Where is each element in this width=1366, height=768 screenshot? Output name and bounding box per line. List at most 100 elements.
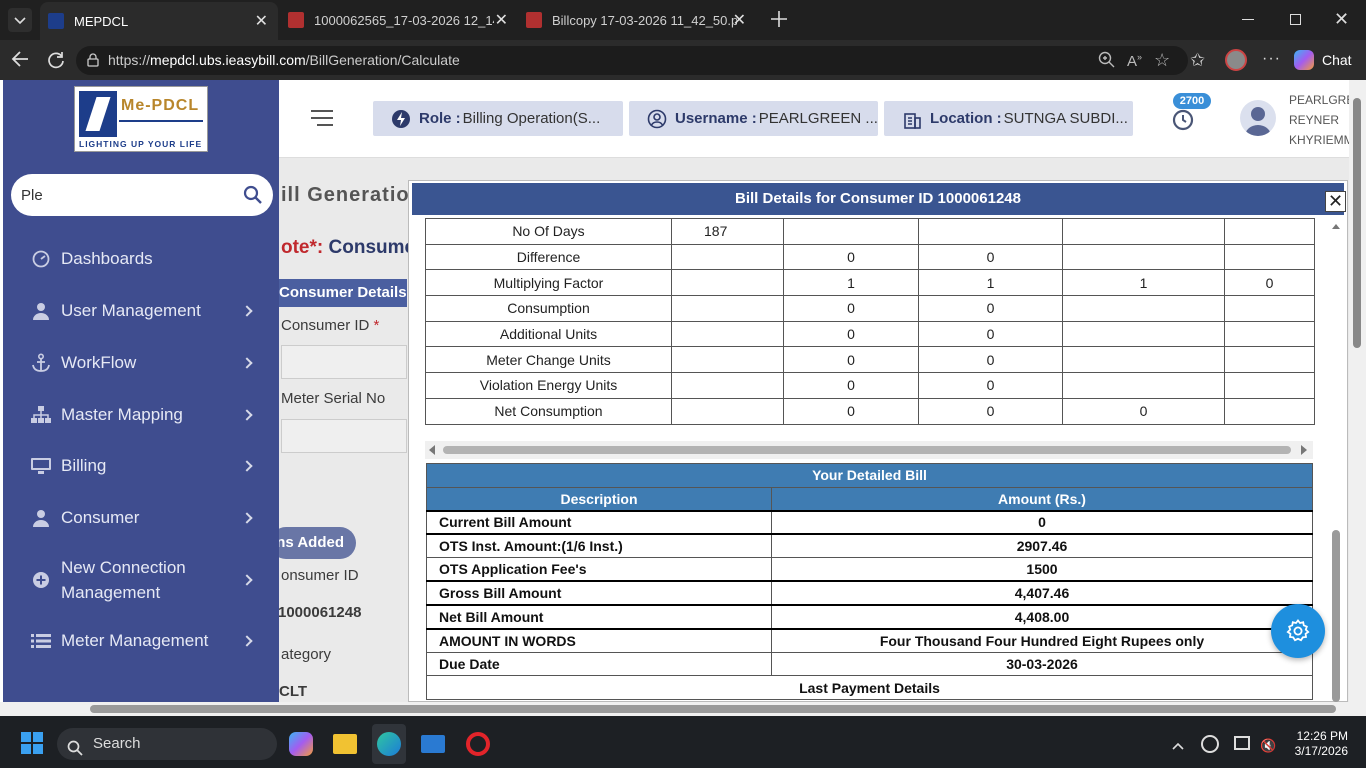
tab-pdf-1[interactable]: 1000062565_17-03-2026 12_14_09 ✕ bbox=[280, 0, 518, 40]
user-avatar[interactable] bbox=[1240, 100, 1276, 136]
reading-row: Consumption 0 0 bbox=[425, 295, 1315, 322]
volume-mute-icon[interactable]: 🔇 bbox=[1260, 738, 1276, 754]
reading-cell bbox=[1062, 243, 1225, 271]
close-icon[interactable]: ✕ bbox=[1325, 191, 1346, 212]
sidebar-item-user-management[interactable]: User Management bbox=[3, 298, 279, 324]
read-aloud-icon[interactable]: A» bbox=[1127, 52, 1142, 70]
bill-amount: Four Thousand Four Hundred Eight Rupees … bbox=[771, 628, 1313, 653]
bill-description: OTS Inst. Amount:(1/6 Inst.) bbox=[426, 533, 772, 559]
favorite-star-icon[interactable]: ☆ bbox=[1154, 50, 1170, 71]
required-mark: * bbox=[373, 317, 380, 334]
refresh-icon[interactable] bbox=[46, 50, 66, 75]
settings-fab[interactable] bbox=[1271, 604, 1325, 658]
show-hidden-icons[interactable] bbox=[1171, 738, 1185, 756]
close-tab-icon[interactable]: ✕ bbox=[733, 10, 746, 30]
reading-cell: 0 bbox=[918, 397, 1063, 425]
reading-cell bbox=[1062, 346, 1225, 374]
reading-cell bbox=[1224, 372, 1315, 399]
chevron-right-icon bbox=[241, 512, 253, 524]
file-explorer-icon[interactable] bbox=[333, 734, 357, 754]
profile-avatar[interactable] bbox=[1225, 49, 1247, 71]
edge-browser-icon[interactable] bbox=[372, 724, 406, 764]
sidebar-item-workflow[interactable]: WorkFlow bbox=[3, 350, 279, 376]
consumer-id-label: Consumer ID * bbox=[281, 317, 379, 334]
role-key: Role : bbox=[419, 110, 461, 127]
plus-circle-icon bbox=[31, 570, 51, 590]
sidebar-item-new-connection-management[interactable]: New Connection Management bbox=[3, 555, 279, 605]
scrollbar-thumb[interactable] bbox=[90, 705, 1336, 713]
reading-cell: 0 bbox=[783, 372, 919, 399]
url-prefix: https:// bbox=[108, 52, 151, 68]
favorites-icon[interactable]: ✩ bbox=[1190, 50, 1205, 71]
reading-cell bbox=[671, 243, 784, 271]
taskbar-clock[interactable]: 12:26 PM 3/17/2026 bbox=[1290, 729, 1348, 759]
pdf-icon bbox=[526, 12, 542, 28]
back-icon[interactable] bbox=[10, 48, 30, 75]
consumer-id-input[interactable] bbox=[281, 345, 407, 379]
tab-mepdcl[interactable]: MEPDCL ✕ bbox=[40, 2, 278, 40]
col-description: Description bbox=[426, 486, 772, 512]
reading-cell: 0 bbox=[918, 243, 1063, 271]
sidebar-item-meter-management[interactable]: Meter Management bbox=[3, 628, 279, 654]
more-menu-icon[interactable]: ··· bbox=[1262, 50, 1281, 68]
scrollbar-thumb[interactable] bbox=[443, 446, 1291, 454]
copilot-chat-button[interactable]: Chat bbox=[1294, 47, 1360, 73]
bill-amount: 4,407.46 bbox=[771, 580, 1313, 607]
scroll-left-icon[interactable] bbox=[429, 445, 435, 455]
scroll-right-icon[interactable] bbox=[1301, 445, 1307, 455]
sidebar-item-consumer[interactable]: Consumer bbox=[3, 505, 279, 531]
meter-serial-input[interactable] bbox=[281, 419, 407, 453]
search-icon[interactable] bbox=[243, 185, 263, 205]
scroll-up-icon[interactable] bbox=[1328, 220, 1344, 232]
reading-label: Multiplying Factor bbox=[425, 269, 672, 297]
consumer-id-label-2: onsumer ID bbox=[281, 567, 359, 584]
horizontal-scrollbar[interactable] bbox=[425, 441, 1313, 459]
reading-label: Consumption bbox=[425, 295, 672, 322]
tab-consumer-details[interactable]: Consumer Details bbox=[279, 279, 407, 307]
hamburger-menu-icon[interactable] bbox=[311, 110, 333, 126]
location-pill: Location : SUTNGA SUBDI... bbox=[884, 101, 1133, 136]
opera-icon[interactable] bbox=[466, 732, 490, 756]
reading-label: Violation Energy Units bbox=[425, 372, 672, 399]
tab-pdf-2[interactable]: Billcopy 17-03-2026 11_42_50.pdf ✕ bbox=[518, 0, 756, 40]
sidebar-search-input[interactable] bbox=[21, 183, 241, 207]
page-horizontal-scrollbar[interactable] bbox=[0, 702, 1366, 716]
scrollbar-thumb[interactable] bbox=[1353, 98, 1361, 348]
clock-icon[interactable] bbox=[1172, 109, 1194, 136]
url-path: /BillGeneration/Calculate bbox=[305, 52, 460, 68]
reading-label: Difference bbox=[425, 243, 672, 271]
address-bar[interactable]: https://mepdcl.ubs.ieasybill.com/BillGen… bbox=[76, 46, 1188, 75]
tab-actions-icon[interactable] bbox=[8, 8, 32, 32]
sidebar-item-billing[interactable]: Billing bbox=[3, 453, 279, 479]
site-info-icon[interactable] bbox=[86, 53, 100, 67]
sidebar-item-master-mapping[interactable]: Master Mapping bbox=[3, 402, 279, 428]
page-vertical-scrollbar[interactable] bbox=[1349, 80, 1366, 702]
taskbar-search[interactable]: Search bbox=[57, 728, 277, 760]
display-icon[interactable] bbox=[1234, 736, 1250, 750]
bill-amount: 1500 bbox=[771, 557, 1313, 582]
copilot-app-icon[interactable] bbox=[289, 732, 313, 756]
sidebar-item-dashboards[interactable]: Dashboards bbox=[3, 246, 279, 272]
bill-amount: 2907.46 bbox=[771, 533, 1313, 559]
new-tab-icon[interactable] bbox=[768, 8, 790, 30]
list-icon bbox=[31, 631, 51, 651]
close-window-icon[interactable]: ✕ bbox=[1334, 9, 1349, 30]
close-tab-icon[interactable]: ✕ bbox=[255, 11, 268, 31]
sync-icon[interactable] bbox=[1201, 735, 1219, 753]
reading-cell bbox=[1062, 372, 1225, 399]
windows-start-icon[interactable] bbox=[21, 732, 43, 754]
mepdcl-logo[interactable]: Me-PDCL LIGHTING UP YOUR LIFE bbox=[74, 86, 208, 152]
minimize-icon[interactable] bbox=[1242, 19, 1254, 20]
scrollbar-thumb[interactable] bbox=[1332, 530, 1340, 702]
bill-description: Gross Bill Amount bbox=[426, 580, 772, 607]
reading-label: Net Consumption bbox=[425, 397, 672, 425]
restore-icon[interactable] bbox=[1290, 14, 1301, 25]
zoom-icon[interactable] bbox=[1098, 51, 1116, 74]
reading-cell: 0 bbox=[1224, 269, 1315, 297]
close-tab-icon[interactable]: ✕ bbox=[495, 10, 508, 30]
username-key: Username : bbox=[675, 110, 757, 127]
modal-vertical-scrollbar[interactable] bbox=[1328, 220, 1344, 702]
col-amount: Amount (Rs.) bbox=[771, 486, 1313, 512]
reading-cell: 1 bbox=[918, 269, 1063, 297]
mail-icon[interactable] bbox=[421, 735, 445, 753]
